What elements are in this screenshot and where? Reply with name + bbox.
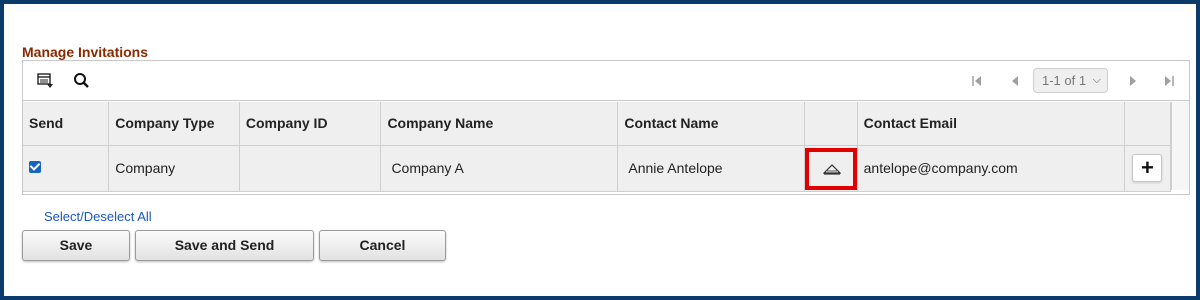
column-header-company-type[interactable]: Company Type: [108, 102, 240, 146]
cell-company-type: Company: [108, 145, 240, 192]
cell-actions: +: [1124, 145, 1172, 192]
column-header-lookup: [804, 102, 858, 146]
column-header-contact-name[interactable]: Contact Name: [617, 102, 805, 146]
grid-toolbar: 1-1 of 1 ⌵: [23, 61, 1189, 101]
cell-send: [23, 145, 110, 192]
invitations-table: Send Company Type Company ID Company Nam…: [23, 102, 1172, 192]
page-range-select[interactable]: 1-1 of 1 ⌵: [1033, 68, 1108, 93]
next-page-icon[interactable]: [1125, 73, 1141, 89]
invitations-grid: 1-1 of 1 ⌵ Send Company Type Company ID …: [22, 60, 1190, 195]
add-row-button[interactable]: +: [1132, 154, 1163, 182]
cell-lookup: [804, 145, 858, 192]
table-header-row: Send Company Type Company ID Company Nam…: [23, 102, 1172, 146]
column-header-company-name[interactable]: Company Name: [380, 102, 619, 146]
column-header-company-id[interactable]: Company ID: [239, 102, 382, 146]
column-header-actions: [1124, 102, 1172, 146]
grid-personalize-icon[interactable]: [37, 72, 55, 90]
chevron-down-icon: ⌵: [1092, 74, 1101, 86]
table-row: Company Company A Annie Antelope antelop…: [23, 145, 1172, 192]
previous-page-icon[interactable]: [1007, 73, 1023, 89]
search-icon[interactable]: [73, 72, 91, 90]
page-range-label: 1-1 of 1: [1042, 73, 1087, 88]
cell-company-name: Company A: [380, 145, 619, 192]
section-title: Manage Invitations: [22, 44, 149, 60]
cancel-button[interactable]: Cancel: [319, 230, 446, 261]
save-button[interactable]: Save: [22, 230, 130, 261]
select-deselect-all-link[interactable]: Select/Deselect All: [44, 209, 152, 224]
column-header-send[interactable]: Send: [23, 102, 110, 146]
save-and-send-button[interactable]: Save and Send: [135, 230, 314, 261]
send-checkbox[interactable]: [29, 161, 41, 173]
plus-icon: +: [1141, 155, 1154, 180]
cell-company-id: [239, 145, 382, 192]
grid-scrollbar[interactable]: [1171, 102, 1189, 190]
cell-contact-email: antelope@company.com: [857, 145, 1125, 192]
cell-contact-name: Annie Antelope: [617, 145, 805, 192]
column-header-contact-email[interactable]: Contact Email: [857, 102, 1125, 146]
last-page-icon[interactable]: [1161, 73, 1177, 89]
highlight-box: [804, 147, 857, 190]
lookup-icon[interactable]: [822, 162, 842, 179]
first-page-icon[interactable]: [969, 73, 985, 89]
page-frame: Manage Invitations 1-1 of 1 ⌵ Send Compa…: [4, 4, 1196, 296]
